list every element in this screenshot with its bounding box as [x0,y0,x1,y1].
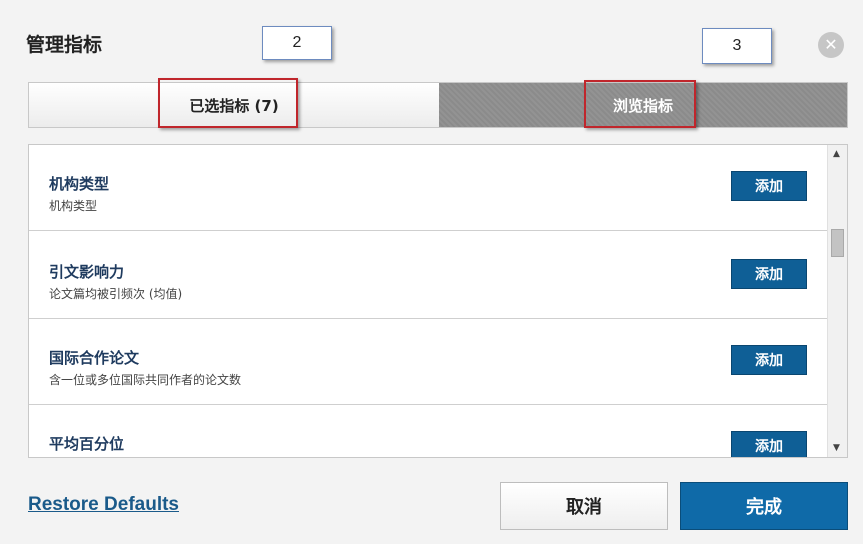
metric-description: 机构类型 [49,199,98,213]
dialog-title: 管理指标 [26,34,103,56]
tab-browse-metrics-label: 浏览指标 [612,96,673,115]
metric-title: 引文影响力 [49,263,125,281]
list-item: 引文影响力 论文篇均被引频次 (均值) 添加 [29,233,827,319]
tab-selected-metrics[interactable]: 已选指标 (7) [29,83,439,127]
list-scrollbar[interactable]: ▲ ▼ [827,145,847,457]
tab-browse-metrics[interactable]: 浏览指标 [439,83,847,127]
list-item: 机构类型 机构类型 添加 [29,145,827,231]
metric-title: 机构类型 [49,175,110,193]
add-metric-button[interactable]: 添加 [731,259,807,289]
scroll-up-arrow-icon[interactable]: ▲ [833,149,840,159]
annotation-callout-2: 2 [262,26,332,60]
add-metric-button[interactable]: 添加 [731,431,807,457]
list-item: 国际合作论文 含一位或多位国际共同作者的论文数 添加 [29,319,827,405]
scroll-down-arrow-icon[interactable]: ▼ [833,443,840,453]
add-metric-button[interactable]: 添加 [731,345,807,375]
metrics-list: 机构类型 机构类型 添加 引文影响力 论文篇均被引频次 (均值) 添加 国际合作… [28,144,848,458]
manage-metrics-dialog: 管理指标 2 3 ✕ 已选指标 (7) 浏览指标 机构类型 机构类型 添加 引文… [0,0,863,544]
close-icon[interactable]: ✕ [818,32,844,58]
tab-selected-metrics-label: 已选指标 (7) [189,96,279,115]
add-metric-button[interactable]: 添加 [731,171,807,201]
scrollbar-thumb[interactable] [831,229,844,257]
cancel-button[interactable]: 取消 [500,482,668,530]
metric-description: 论文篇均被引频次 (均值) [49,287,183,301]
metric-description: 含一位或多位国际共同作者的论文数 [49,373,242,387]
metric-title: 平均百分位 [49,435,125,453]
done-button[interactable]: 完成 [680,482,848,530]
list-item: 平均百分位 添加 [29,405,827,457]
restore-defaults-link[interactable]: Restore Defaults [28,494,179,516]
annotation-callout-3: 3 [702,28,772,64]
tab-bar: 已选指标 (7) 浏览指标 [28,82,848,128]
metric-title: 国际合作论文 [49,349,140,367]
